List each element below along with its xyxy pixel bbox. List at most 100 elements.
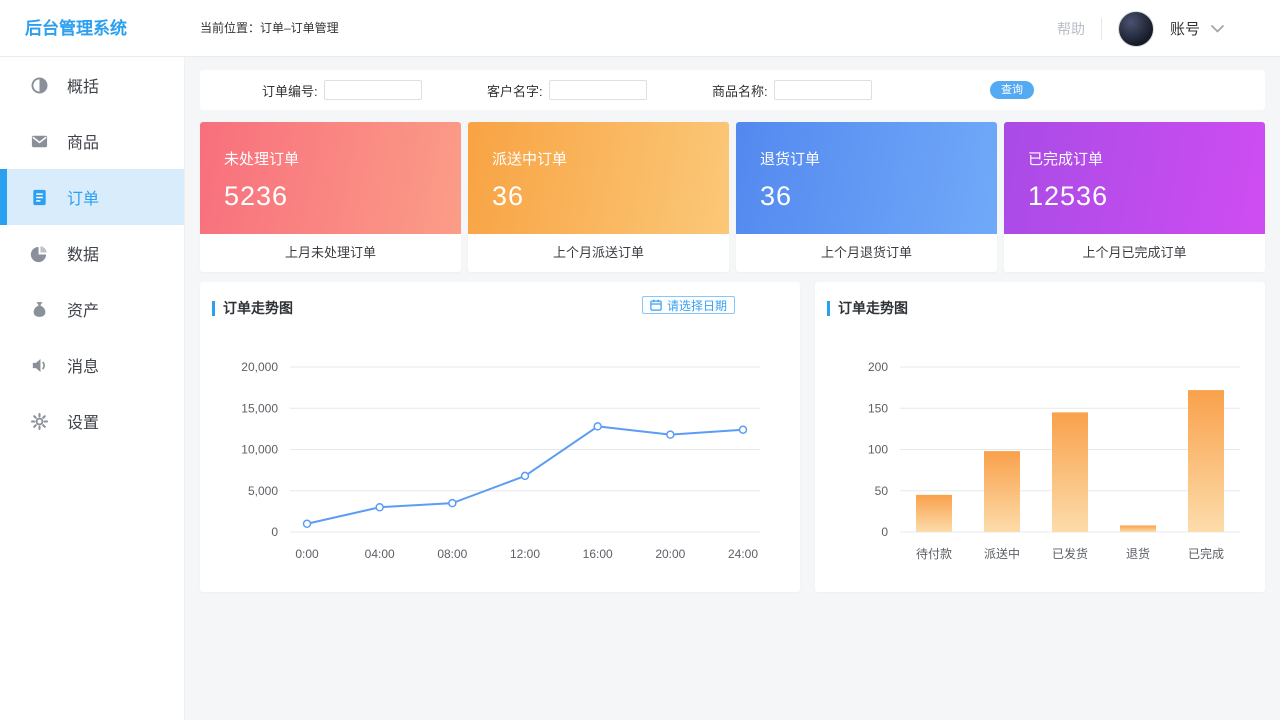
stat-footer: 上个月派送订单 [468,234,729,272]
overview-icon [30,76,49,95]
stat-value: 36 [760,181,997,212]
sidebar-item-label: 订单 [67,185,99,209]
top-bar: 后台管理系统 当前位置：订单–订单管理 帮助 账号 [0,0,1280,57]
search-bar: 订单编号: 客户名字: 商品名称: 查询 [200,70,1265,110]
sidebar-item-overview[interactable]: 概括 [0,57,184,113]
svg-text:12:00: 12:00 [510,547,540,561]
sidebar-item-label: 资产 [67,297,99,321]
svg-text:200: 200 [868,360,888,374]
product-icon [30,132,49,151]
bar-chart-header: 订单走势图 [827,298,908,318]
line-chart-panel: 订单走势图 请选择日期 0 5,000 10,000 15,000 20,000 0:00… [200,282,800,592]
line-chart-header: 订单走势图 [212,298,293,318]
title-accent-bar [827,301,830,316]
svg-text:08:00: 08:00 [437,547,467,561]
message-icon [30,356,49,375]
sidebar: 概括商品订单数据资产消息设置 [0,57,185,720]
account-label: 账号 [1170,18,1200,39]
bar-chart-title: 订单走势图 [838,298,908,318]
svg-text:15,000: 15,000 [241,401,278,415]
svg-text:已完成: 已完成 [1188,546,1224,561]
stat-footer: 上个月已完成订单 [1004,234,1265,272]
stats-row: 未处理订单5236上月未处理订单派送中订单36上个月派送订单退货订单36上个月退… [200,122,1265,272]
sidebar-item-product[interactable]: 商品 [0,113,184,169]
stat-card: 退货订单 36 上个月退货订单 [736,122,997,272]
svg-text:20,000: 20,000 [241,360,278,374]
account-menu[interactable]: 账号 [1170,18,1225,39]
stat-card-header: 已完成订单 12536 [1004,122,1265,234]
svg-text:150: 150 [868,401,888,415]
breadcrumb: 当前位置：订单–订单管理 [200,0,339,57]
stat-title: 未处理订单 [224,148,461,169]
svg-text:0: 0 [881,525,888,539]
calendar-icon [650,299,662,311]
svg-text:5,000: 5,000 [248,484,278,498]
asset-icon [30,300,49,319]
order-number-label: 订单编号: [262,81,318,100]
customer-name-field-group: 客户名字: [487,70,647,110]
stat-card-header: 退货订单 36 [736,122,997,234]
charts-row: 订单走势图 请选择日期 0 5,000 10,000 15,000 20,000 0:00… [200,282,1265,592]
date-picker-label: 请选择日期 [667,297,727,314]
customer-name-input[interactable] [549,80,647,100]
sidebar-item-label: 概括 [67,73,99,97]
svg-text:0:00: 0:00 [295,547,319,561]
date-picker[interactable]: 请选择日期 [642,296,735,314]
bar-chart: 050100150200待付款派送中已发货退货已完成 [820,327,1260,587]
app-logo: 后台管理系统 [25,0,127,57]
bar-chart-panel: 订单走势图 050100150200待付款派送中已发货退货已完成 [815,282,1265,592]
title-accent-bar [212,301,215,316]
stat-footer: 上个月退货订单 [736,234,997,272]
stat-value: 5236 [224,181,461,212]
data-icon [30,244,49,263]
svg-text:04:00: 04:00 [365,547,395,561]
stat-footer: 上月未处理订单 [200,234,461,272]
main-content: 订单编号: 客户名字: 商品名称: 查询 未处理订单5236上月未处理订单派送中… [185,57,1280,720]
svg-text:退货: 退货 [1126,546,1150,561]
sidebar-item-data[interactable]: 数据 [0,225,184,281]
chevron-down-icon [1210,24,1225,33]
sidebar-item-label: 设置 [67,409,99,433]
sidebar-item-settings[interactable]: 设置 [0,393,184,449]
customer-name-label: 客户名字: [487,81,543,100]
product-name-field-group: 商品名称: [712,70,872,110]
stat-title: 已完成订单 [1028,148,1265,169]
svg-text:10,000: 10,000 [241,443,278,457]
avatar[interactable] [1118,11,1154,47]
stat-card-header: 派送中订单 36 [468,122,729,234]
product-name-input[interactable] [774,80,872,100]
sidebar-item-label: 消息 [67,353,99,377]
topbar-divider [1101,18,1102,40]
line-chart-title: 订单走势图 [223,298,293,318]
svg-text:20:00: 20:00 [655,547,685,561]
svg-text:派送中: 派送中 [984,546,1020,561]
sidebar-item-order[interactable]: 订单 [0,169,184,225]
svg-text:24:00: 24:00 [728,547,758,561]
sidebar-item-asset[interactable]: 资产 [0,281,184,337]
stat-card: 未处理订单 5236 上月未处理订单 [200,122,461,272]
help-link[interactable]: 帮助 [1057,19,1085,39]
order-number-field-group: 订单编号: [262,70,422,110]
sidebar-nav: 概括商品订单数据资产消息设置 [0,57,184,449]
order-icon [30,188,49,207]
svg-text:待付款: 待付款 [916,547,952,561]
svg-text:已发货: 已发货 [1052,546,1088,561]
stat-value: 36 [492,181,729,212]
line-chart: 0 5,000 10,000 15,000 20,000 0:00 04:00 08:00 12… [210,327,790,587]
sidebar-item-label: 商品 [67,129,99,153]
stat-title: 退货订单 [760,148,997,169]
svg-text:50: 50 [875,484,889,498]
stat-card: 已完成订单 12536 上个月已完成订单 [1004,122,1265,272]
settings-icon [30,412,49,431]
sidebar-item-label: 数据 [67,241,99,265]
stat-value: 12536 [1028,181,1265,212]
svg-text:0: 0 [271,525,278,539]
svg-text:16:00: 16:00 [583,547,613,561]
stat-title: 派送中订单 [492,148,729,169]
product-name-label: 商品名称: [712,81,768,100]
stat-card-header: 未处理订单 5236 [200,122,461,234]
stat-card: 派送中订单 36 上个月派送订单 [468,122,729,272]
query-button[interactable]: 查询 [990,81,1034,99]
sidebar-item-message[interactable]: 消息 [0,337,184,393]
order-number-input[interactable] [324,80,422,100]
